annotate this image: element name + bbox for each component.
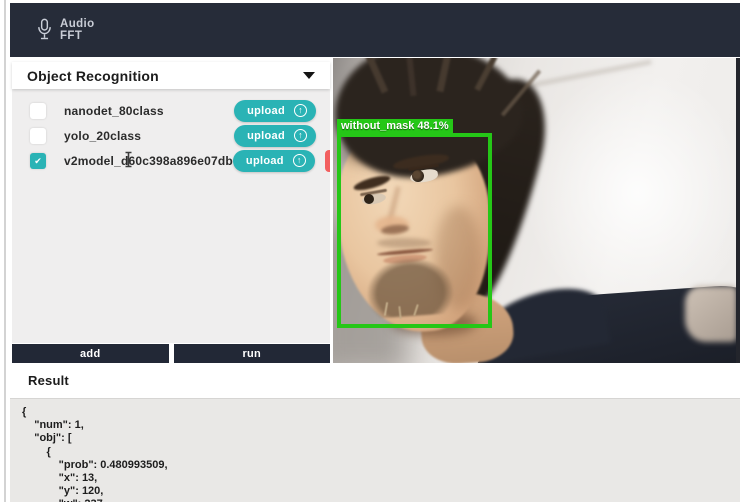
model-checkbox-yolo[interactable] xyxy=(30,128,46,144)
detection-bounding-box xyxy=(337,133,492,328)
webcam-wall-wedge xyxy=(685,286,737,342)
microphone-icon xyxy=(36,17,53,43)
delete-model-button[interactable]: ✕ xyxy=(325,150,330,172)
upload-button-label: upload xyxy=(247,130,285,142)
upload-arrow-icon: ↑ xyxy=(294,104,307,117)
webcam-preview: without_mask 48.1% xyxy=(333,58,740,363)
app-title-line2: FFT xyxy=(60,30,95,43)
detection-label: without_mask 48.1% xyxy=(337,119,453,133)
upload-button-label: upload xyxy=(247,105,285,117)
model-checkbox-v2model[interactable]: ✔ xyxy=(30,153,46,169)
webcam-frame-edge xyxy=(736,58,740,363)
upload-arrow-icon: ↑ xyxy=(293,154,306,167)
upload-button-nanodet[interactable]: upload ↑ xyxy=(234,100,316,122)
panel-title: Object Recognition xyxy=(27,68,159,84)
model-row-nanodet: nanodet_80class upload ↑ xyxy=(12,98,330,123)
model-name-label: nanodet_80class xyxy=(64,104,164,118)
app-title-line1: Audio xyxy=(60,18,95,31)
upload-button-yolo[interactable]: upload ↑ xyxy=(234,125,316,147)
app-window: Audio FFT Object Recognition nanodet_80c… xyxy=(0,0,740,502)
result-output: { "num": 1, "obj": [ { "prob": 0.4809935… xyxy=(10,398,740,502)
result-json: { "num": 1, "obj": [ { "prob": 0.4809935… xyxy=(10,399,740,502)
app-title: Audio FFT xyxy=(60,18,95,43)
model-name-label: v2model_d60c398a896e07db xyxy=(64,154,233,168)
model-row-v2model: ✔ v2model_d60c398a896e07db upload ↑ ✕ xyxy=(12,148,330,173)
page-edge-divider xyxy=(4,0,6,502)
top-header-bar: Audio FFT xyxy=(10,3,740,57)
add-button[interactable]: add xyxy=(12,344,169,363)
model-row-yolo: yolo_20class upload ↑ xyxy=(12,123,330,148)
upload-button-v2model[interactable]: upload ↑ xyxy=(233,150,315,172)
model-checkbox-nanodet[interactable] xyxy=(30,103,46,119)
upload-button-label: upload xyxy=(246,155,284,167)
model-name-label: yolo_20class xyxy=(64,129,141,143)
chevron-down-icon[interactable] xyxy=(303,72,315,79)
run-button[interactable]: run xyxy=(174,344,331,363)
upload-arrow-icon: ↑ xyxy=(294,129,307,142)
panel-header[interactable]: Object Recognition xyxy=(12,62,330,89)
result-title: Result xyxy=(28,373,69,388)
panel-actions: add run xyxy=(12,344,330,363)
object-recognition-panel: Object Recognition nanodet_80class uploa… xyxy=(12,62,330,363)
result-header: Result xyxy=(10,363,740,398)
webcam-wall-highlight xyxy=(523,68,740,318)
model-list: nanodet_80class upload ↑ yolo_20class up… xyxy=(12,89,330,343)
